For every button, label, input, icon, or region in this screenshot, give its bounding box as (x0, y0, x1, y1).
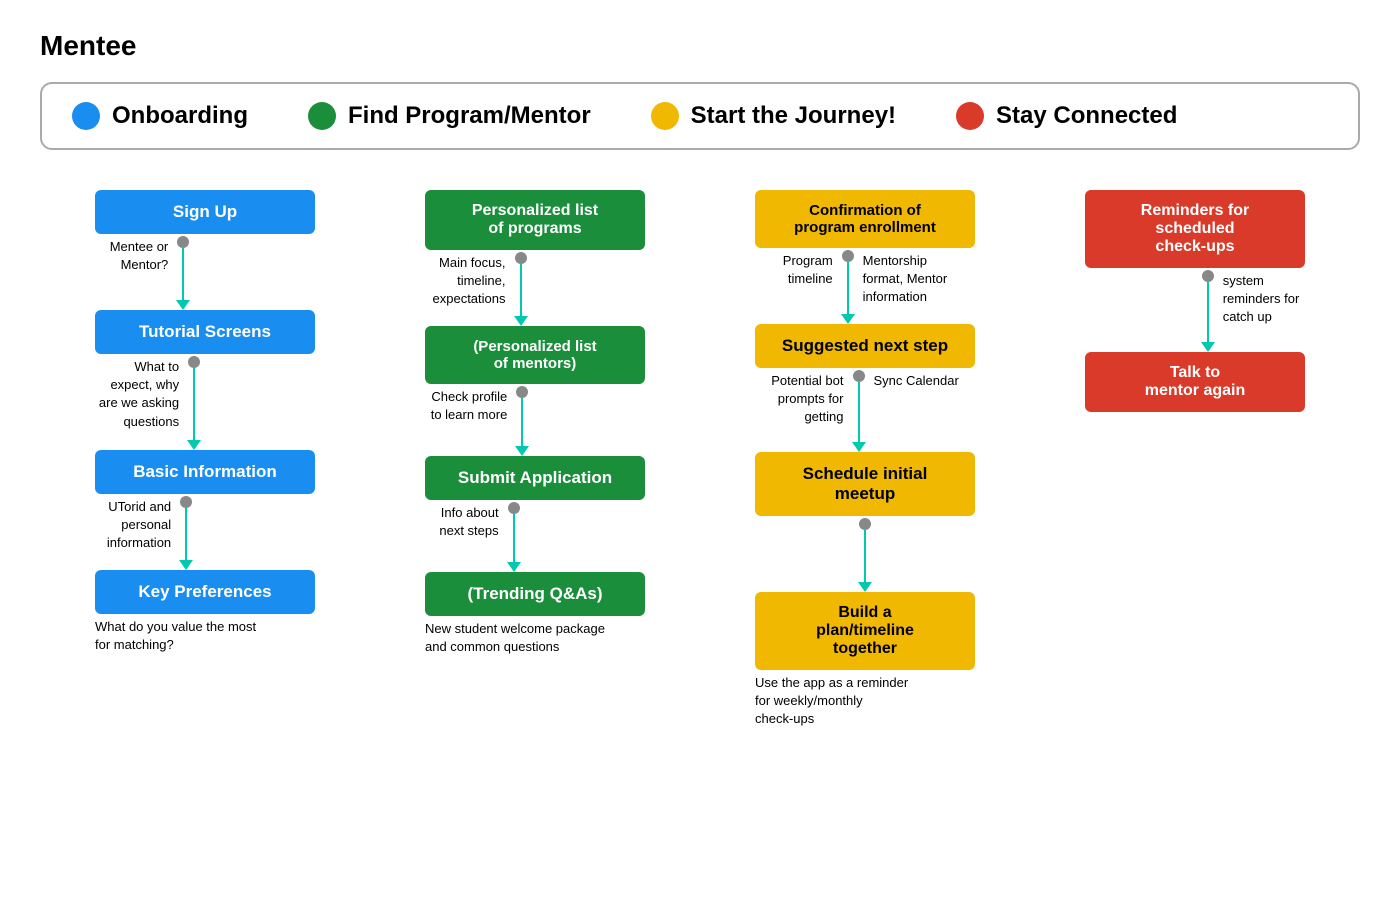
box-reminders: Reminders forscheduledcheck-ups (1085, 190, 1305, 268)
legend-item-find: Find Program/Mentor (308, 102, 591, 130)
connector-mentors: Check profileto learn more (380, 384, 690, 456)
connector-programs: Main focus,timeline,expectations (380, 250, 690, 326)
page-title: Mentee (40, 30, 1360, 62)
box-signup: Sign Up (95, 190, 315, 234)
box-key-prefs: Key Preferences (95, 570, 315, 614)
box-basic-info: Basic Information (95, 450, 315, 494)
note-basic-info-left: UTorid andpersonalinformation (107, 498, 171, 553)
note-confirmation-right: Mentorshipformat, Mentorinformation (863, 252, 948, 307)
legend-bar: Onboarding Find Program/Mentor Start the… (40, 82, 1360, 150)
box-programs: Personalized listof programs (425, 190, 645, 250)
connector-submit: Info aboutnext steps (380, 500, 690, 572)
note-tutorial-left: What toexpect, whyare we askingquestions (99, 358, 179, 431)
box-submit: Submit Application (425, 456, 645, 500)
note-plan-below: Use the app as a reminderfor weekly/mont… (755, 674, 975, 729)
onboarding-dot (72, 102, 100, 130)
note-reminders-right: systemreminders forcatch up (1223, 272, 1300, 327)
note-submit-left: Info aboutnext steps (439, 504, 498, 540)
note-qas-below: New student welcome packageand common qu… (425, 620, 645, 656)
box-suggested: Suggested next step (755, 324, 975, 368)
connector-suggested: Potential botprompts forgetting Sync Cal… (710, 368, 1020, 452)
connector-confirmation: Programtimeline Mentorshipformat, Mentor… (710, 248, 1020, 324)
note-key-prefs-below: What do you value the mostfor matching? (95, 618, 315, 654)
find-dot (308, 102, 336, 130)
connector-basic-info: UTorid andpersonalinformation (50, 494, 360, 570)
box-mentors: (Personalized listof mentors) (425, 326, 645, 384)
journey-dot (651, 102, 679, 130)
column-connected: Reminders forscheduledcheck-ups systemre… (1030, 190, 1360, 729)
note-suggested-right: Sync Calendar (874, 372, 959, 390)
box-tutorial: Tutorial Screens (95, 310, 315, 354)
box-confirmation: Confirmation ofprogram enrollment (755, 190, 975, 248)
legend-item-onboarding: Onboarding (72, 102, 248, 130)
connected-label: Stay Connected (996, 102, 1177, 130)
journey-label: Start the Journey! (691, 102, 896, 130)
note-mentors-left: Check profileto learn more (431, 388, 508, 424)
onboarding-label: Onboarding (112, 102, 248, 130)
note-suggested-left: Potential botprompts forgetting (771, 372, 843, 427)
note-signup-left: Mentee orMentor? (110, 238, 169, 274)
box-talk: Talk tomentor again (1085, 352, 1305, 412)
connector-schedule (710, 516, 1020, 592)
legend-item-connected: Stay Connected (956, 102, 1177, 130)
column-find: Personalized listof programs Main focus,… (370, 190, 700, 729)
connector-signup: Mentee orMentor? (50, 234, 360, 310)
column-onboarding: Sign Up Mentee orMentor? Tutorial Screen… (40, 190, 370, 729)
connector-tutorial: What toexpect, whyare we askingquestions (50, 354, 360, 450)
connector-reminders: systemreminders forcatch up (1040, 268, 1350, 352)
find-label: Find Program/Mentor (348, 102, 591, 130)
note-programs-left: Main focus,timeline,expectations (433, 254, 506, 309)
columns-container: Sign Up Mentee orMentor? Tutorial Screen… (40, 190, 1360, 729)
note-confirmation-left: Programtimeline (783, 252, 833, 288)
column-journey: Confirmation ofprogram enrollment Progra… (700, 190, 1030, 729)
box-schedule: Schedule initialmeetup (755, 452, 975, 516)
box-plan: Build aplan/timelinetogether (755, 592, 975, 670)
legend-item-journey: Start the Journey! (651, 102, 896, 130)
box-qas: (Trending Q&As) (425, 572, 645, 616)
connected-dot (956, 102, 984, 130)
